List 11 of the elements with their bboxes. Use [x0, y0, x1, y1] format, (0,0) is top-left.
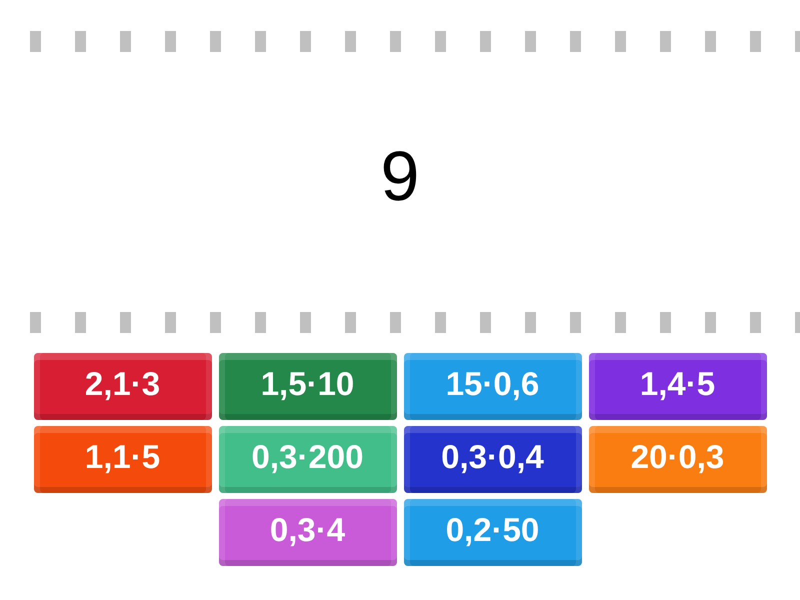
answer-tile[interactable]: 2,1·3	[34, 353, 212, 420]
answer-tile[interactable]: 1,4·5	[588, 353, 766, 420]
answer-tile[interactable]: 1,5·10	[218, 353, 396, 420]
answer-tile[interactable]: 0,3·200	[218, 426, 396, 493]
answer-tile[interactable]: 20·0,3	[588, 426, 766, 493]
answer-tile[interactable]: 0,3·0,4	[404, 426, 582, 493]
prompt-number: 9	[380, 141, 420, 211]
answer-tile[interactable]: 15·0,6	[404, 353, 582, 420]
answer-tile[interactable]: 0,3·4	[218, 499, 396, 566]
answer-tile[interactable]: 0,2·50	[404, 499, 582, 566]
answer-tile[interactable]: 1,1·5	[34, 426, 212, 493]
